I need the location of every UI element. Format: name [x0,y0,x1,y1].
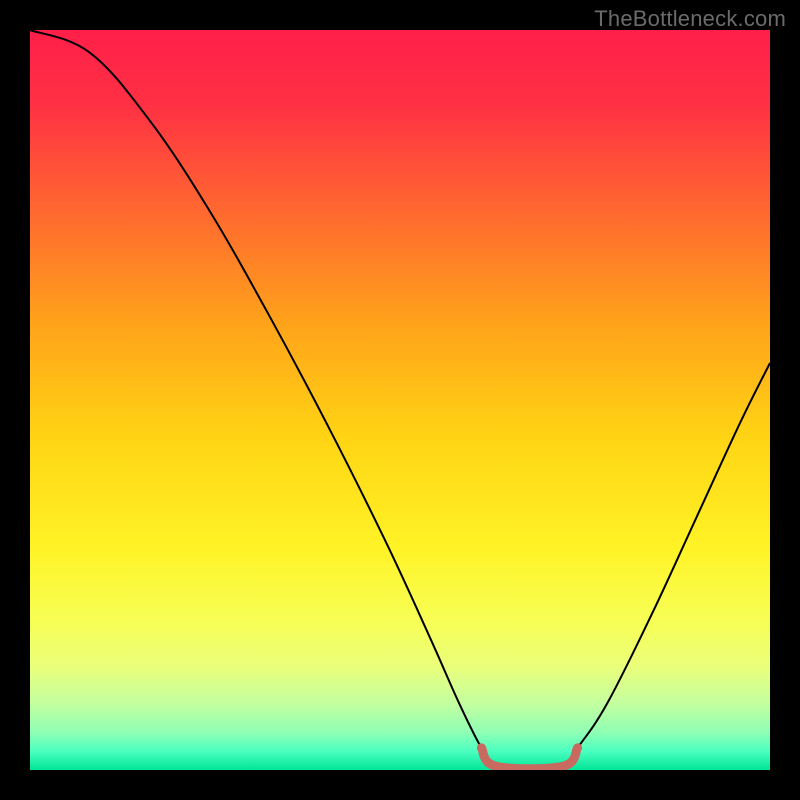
bottleneck-curve [30,30,770,770]
watermark-text: TheBottleneck.com [594,6,786,32]
plot-area [30,30,770,770]
chart-frame: TheBottleneck.com [0,0,800,800]
